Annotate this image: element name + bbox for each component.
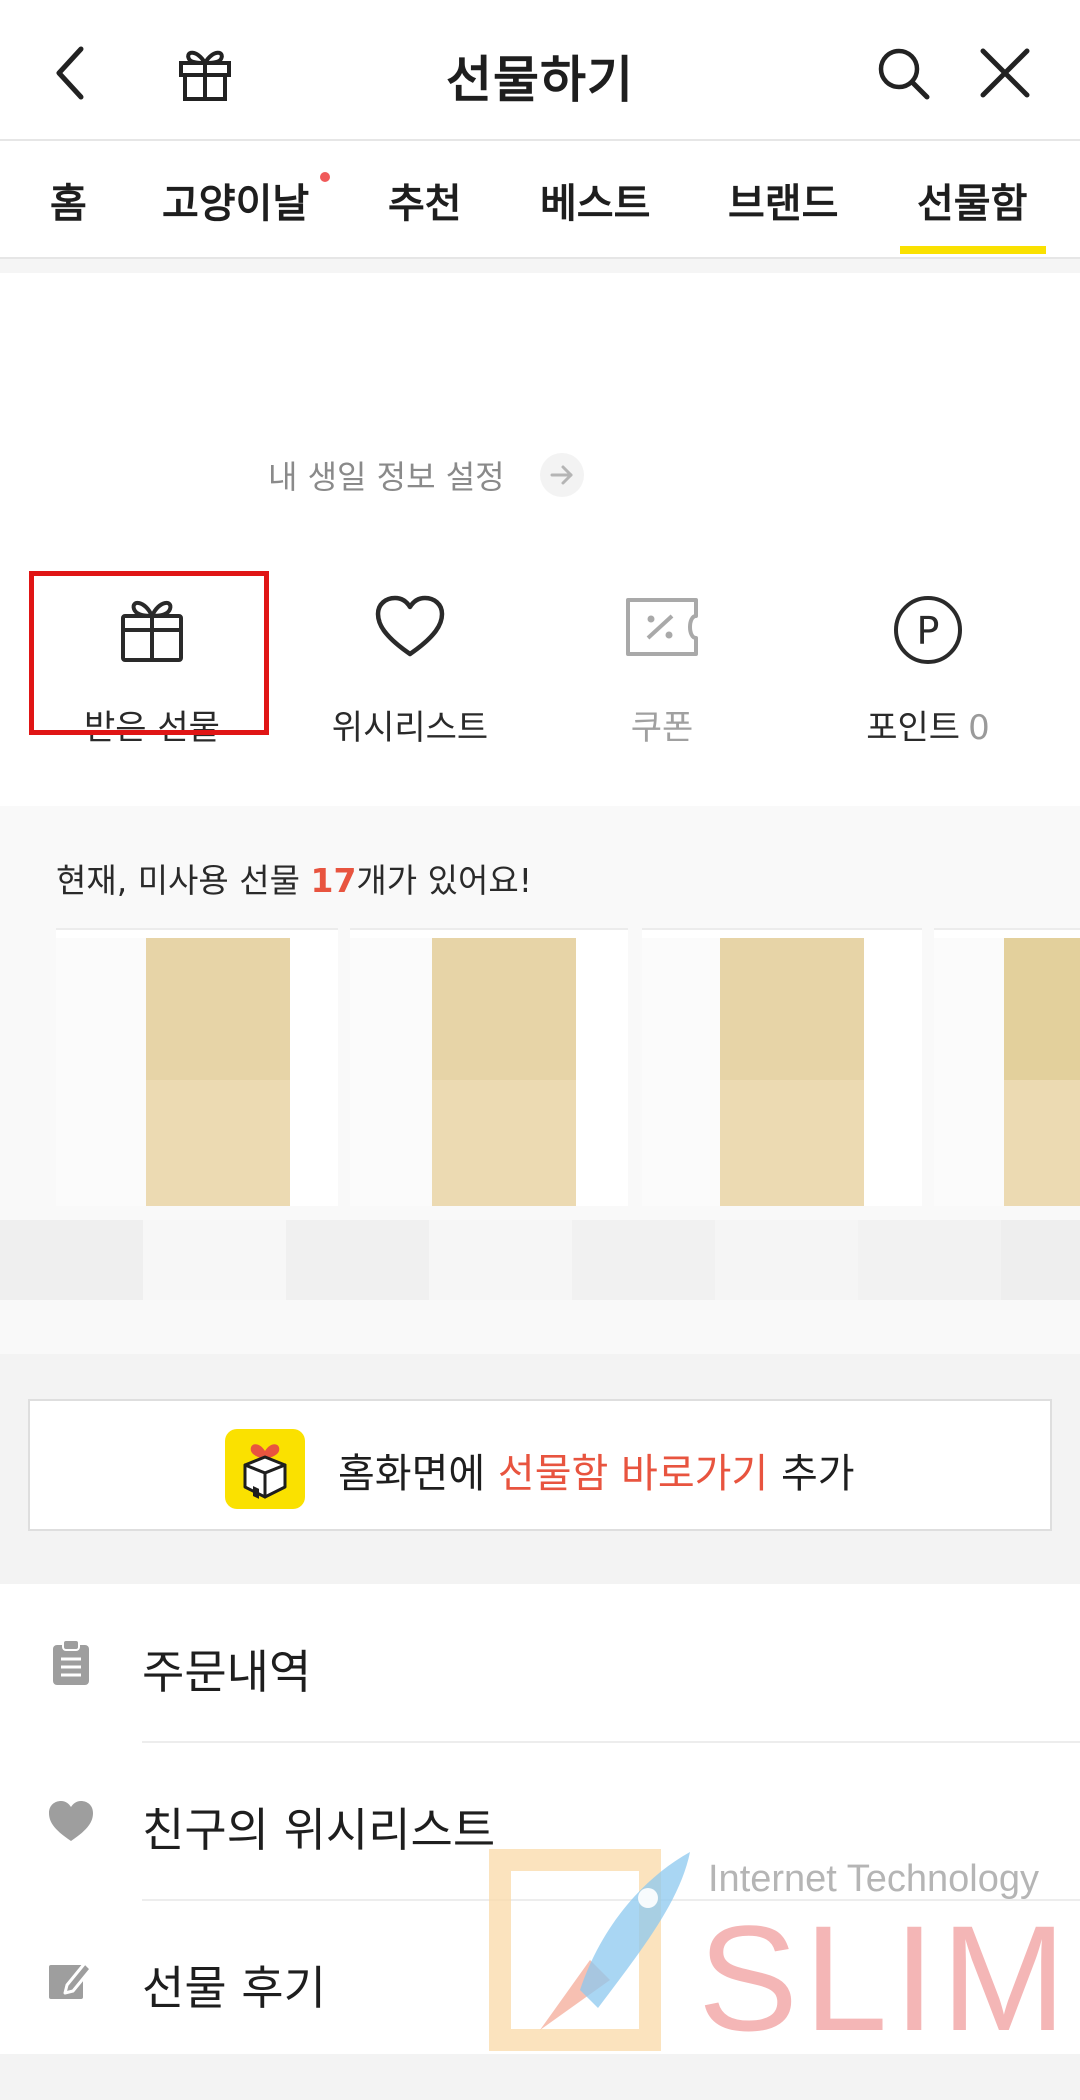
- close-icon: [980, 48, 1030, 98]
- list-item-order-history[interactable]: 주문내역: [0, 1584, 1080, 1740]
- gift-info-cell: [286, 1220, 429, 1300]
- highlight-box-annotation: [29, 571, 269, 735]
- shortcut-suffix: 추가: [768, 1451, 855, 1497]
- unused-gifts-title: 현재, 미사용 선물 17개가 있어요!: [56, 854, 532, 902]
- add-shortcut-banner[interactable]: 홈화면에 선물함 바로가기 추가: [28, 1399, 1052, 1531]
- coupon-icon: [626, 598, 698, 656]
- shortcut-highlight: 선물함 바로가기: [497, 1451, 769, 1497]
- svg-text:P: P: [917, 609, 940, 653]
- edit-icon: [49, 1961, 93, 1999]
- unused-gifts-section: 현재, 미사용 선물 17개가 있어요!: [0, 806, 1080, 1354]
- gift-info-strip: [0, 1220, 1080, 1300]
- close-button[interactable]: [970, 38, 1040, 108]
- gift-card[interactable]: [56, 928, 338, 1206]
- quick-label-coupon: 쿠폰: [630, 708, 694, 748]
- bottom-gap: [0, 2054, 1080, 2100]
- list-item-gift-review[interactable]: 선물 후기: [0, 1900, 1080, 2056]
- gift-image: [146, 1080, 290, 1206]
- heart-icon: [375, 595, 445, 657]
- point-icon: P: [894, 596, 962, 664]
- gift-card[interactable]: [642, 928, 922, 1206]
- gift-image: [146, 938, 290, 1080]
- unused-gifts-count: 17: [310, 861, 357, 900]
- tab-cat-day[interactable]: 고양이날: [162, 171, 309, 229]
- gift-box-icon: [225, 1429, 305, 1509]
- shortcut-text: 홈화면에 선물함 바로가기 추가: [338, 1441, 855, 1499]
- gift-image: [56, 938, 146, 1206]
- gift-image: [350, 938, 432, 1206]
- gift-info-cell: [858, 1220, 1001, 1300]
- clipboard-icon: [53, 1639, 89, 1685]
- points-label: 포인트: [866, 708, 961, 748]
- birthday-settings-link[interactable]: 내 생일 정보 설정: [268, 452, 505, 498]
- quick-wishlist[interactable]: 위시리스트: [290, 572, 530, 772]
- active-tab-indicator: [900, 246, 1046, 254]
- gift-image: [1004, 1080, 1080, 1206]
- menu-list: 주문내역 친구의 위시리스트 선물 후기: [0, 1584, 1080, 2054]
- quick-label-wishlist: 위시리스트: [331, 708, 489, 748]
- gift-card[interactable]: [350, 928, 628, 1206]
- new-dot-badge: [320, 172, 330, 182]
- tab-best[interactable]: 베스트: [540, 171, 650, 229]
- list-item-label: 친구의 위시리스트: [142, 1803, 496, 1857]
- arrow-right-icon: [550, 465, 573, 485]
- gift-image: [642, 938, 720, 1206]
- search-button[interactable]: [868, 38, 938, 108]
- gift-image: [432, 938, 576, 1080]
- quick-coupon[interactable]: 쿠폰: [542, 572, 782, 772]
- points-count: 0: [968, 708, 990, 748]
- gift-image: [934, 938, 1004, 1206]
- tab-recommend[interactable]: 추천: [388, 171, 462, 229]
- gift-card[interactable]: [934, 928, 1080, 1206]
- tab-bar: 홈 고양이날 추천 베스트 브랜드 선물함: [0, 141, 1080, 257]
- gift-info-cell: [1001, 1220, 1080, 1300]
- tab-home[interactable]: 홈: [50, 171, 87, 229]
- quick-points[interactable]: P 포인트 0: [808, 572, 1048, 772]
- list-item-label: 주문내역: [142, 1645, 312, 1699]
- birthday-arrow-button[interactable]: [540, 453, 584, 497]
- gift-info-cell: [143, 1220, 286, 1300]
- gift-image: [720, 1080, 864, 1206]
- tab-brand[interactable]: 브랜드: [728, 171, 838, 229]
- unused-gifts-prefix: 현재, 미사용 선물: [56, 861, 311, 900]
- quick-label-points: 포인트 0: [808, 700, 1048, 749]
- gift-image: [432, 1080, 576, 1206]
- heart-icon: [49, 1801, 93, 1841]
- app-header: 선물하기: [0, 0, 1080, 141]
- gift-info-cell: [715, 1220, 858, 1300]
- section-gap: [0, 259, 1080, 273]
- shortcut-prefix: 홈화면에: [338, 1451, 498, 1497]
- list-item-label: 선물 후기: [142, 1961, 326, 2015]
- unused-gifts-suffix: 개가 있어요!: [356, 861, 532, 900]
- list-item-friend-wishlist[interactable]: 친구의 위시리스트: [0, 1742, 1080, 1898]
- search-icon: [878, 48, 930, 100]
- tab-gift-box[interactable]: 선물함: [917, 171, 1027, 229]
- gift-image: [1004, 938, 1080, 1080]
- gift-info-cell: [429, 1220, 572, 1300]
- gift-info-cell: [0, 1220, 143, 1300]
- gift-info-cell: [572, 1220, 715, 1300]
- gift-image: [720, 938, 864, 1080]
